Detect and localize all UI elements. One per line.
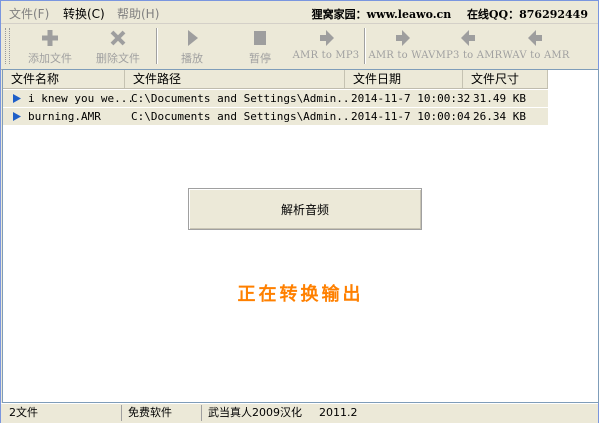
table-row[interactable]: burning.AMR C:\Documents and Settings\Ad… bbox=[3, 108, 548, 125]
add-file-button[interactable]: 添加文件 bbox=[21, 26, 79, 66]
play-icon bbox=[188, 30, 198, 46]
status-bar: 2文件 免费软件 武当真人2009汉化 2011.2 bbox=[1, 403, 598, 423]
column-header-path[interactable]: 文件路径 bbox=[125, 70, 345, 88]
cell-file-path: C:\Documents and Settings\Admin... bbox=[131, 110, 357, 123]
cell-file-name: burning.AMR bbox=[28, 110, 101, 123]
cell-file-date: 2014-11-7 10:00:32 bbox=[351, 92, 471, 105]
play-label: 播放 bbox=[181, 52, 203, 65]
site-info: 狸窝家园：www.leawo.cn 在线QQ：876292449 bbox=[312, 6, 588, 22]
remove-file-label: 删除文件 bbox=[96, 52, 140, 65]
amr-to-wav-button[interactable]: AMR to WAV bbox=[368, 26, 436, 66]
arrow-right-icon bbox=[396, 30, 410, 46]
mp3-to-amr-button[interactable]: MP3 to AMR bbox=[435, 26, 503, 66]
wav-to-amr-label: WAV to AMR bbox=[502, 50, 570, 61]
plus-icon bbox=[42, 30, 58, 46]
cell-file-size: 26.34 KB bbox=[473, 110, 526, 123]
arrow-left-icon bbox=[528, 30, 542, 46]
arrow-right-icon bbox=[320, 30, 334, 46]
site-info-url: 狸窝家园：www.leawo.cn bbox=[311, 8, 452, 21]
table-row[interactable]: i knew you we... C:\Documents and Settin… bbox=[3, 90, 548, 107]
mp3-to-amr-label: MP3 to AMR bbox=[435, 50, 503, 61]
menu-convert[interactable]: 转换(C) bbox=[63, 5, 105, 22]
wav-to-amr-button[interactable]: WAV to AMR bbox=[502, 26, 570, 66]
column-header-size[interactable]: 文件尺寸 bbox=[463, 70, 548, 88]
conversion-status-message: 正在转换输出 bbox=[237, 284, 364, 305]
delete-x-icon bbox=[110, 30, 126, 46]
menu-bar: 文件(F) 转换(C) 帮助(H) 狸窝家园：www.leawo.cn 在线QQ… bbox=[1, 1, 598, 24]
audio-file-icon bbox=[13, 94, 21, 103]
cell-file-date: 2014-11-7 10:00:04 bbox=[351, 110, 471, 123]
pause-label: 暂停 bbox=[249, 52, 271, 65]
amr-to-mp3-button[interactable]: AMR to MP3 bbox=[292, 26, 360, 66]
toolbar-grip[interactable] bbox=[5, 28, 10, 64]
amr-to-wav-label: AMR to WAV bbox=[368, 50, 436, 61]
menu-help[interactable]: 帮助(H) bbox=[117, 5, 159, 22]
arrow-left-icon bbox=[461, 30, 475, 46]
column-header-date[interactable]: 文件日期 bbox=[345, 70, 463, 88]
file-list-panel: 文件名称 文件路径 文件日期 文件尺寸 i knew you we... C:\… bbox=[2, 69, 599, 403]
cell-file-size: 31.49 KB bbox=[473, 92, 526, 105]
status-license: 免费软件 bbox=[121, 405, 201, 421]
audio-file-icon bbox=[13, 112, 21, 121]
site-info-qq: 在线QQ：876292449 bbox=[466, 8, 588, 21]
add-file-label: 添加文件 bbox=[28, 52, 72, 65]
cell-file-name: i knew you we... bbox=[28, 92, 134, 105]
parse-audio-button[interactable]: 解析音频 bbox=[188, 188, 422, 230]
toolbar-separator bbox=[156, 28, 158, 64]
amr-to-mp3-label: AMR to MP3 bbox=[292, 50, 360, 61]
app-window: 文件(F) 转换(C) 帮助(H) 狸窝家园：www.leawo.cn 在线QQ… bbox=[0, 0, 599, 423]
status-file-count: 2文件 bbox=[9, 406, 38, 419]
cell-file-path: C:\Documents and Settings\Admin... bbox=[131, 92, 357, 105]
pause-button[interactable]: 暂停 bbox=[235, 26, 285, 66]
status-credit: 武当真人2009汉化 bbox=[201, 405, 311, 421]
toolbar-separator bbox=[364, 28, 366, 64]
list-header: 文件名称 文件路径 文件日期 文件尺寸 bbox=[3, 70, 548, 89]
column-header-name[interactable]: 文件名称 bbox=[3, 70, 125, 88]
play-button[interactable]: 播放 bbox=[167, 26, 217, 66]
menu-file[interactable]: 文件(F) bbox=[9, 5, 49, 22]
toolbar: 添加文件 删除文件 播放 暂停 AMR to MP3 AMR to WAV MP… bbox=[1, 24, 598, 70]
remove-file-button[interactable]: 删除文件 bbox=[89, 26, 147, 66]
status-version: 2011.2 bbox=[319, 406, 358, 419]
stop-icon bbox=[254, 31, 266, 45]
